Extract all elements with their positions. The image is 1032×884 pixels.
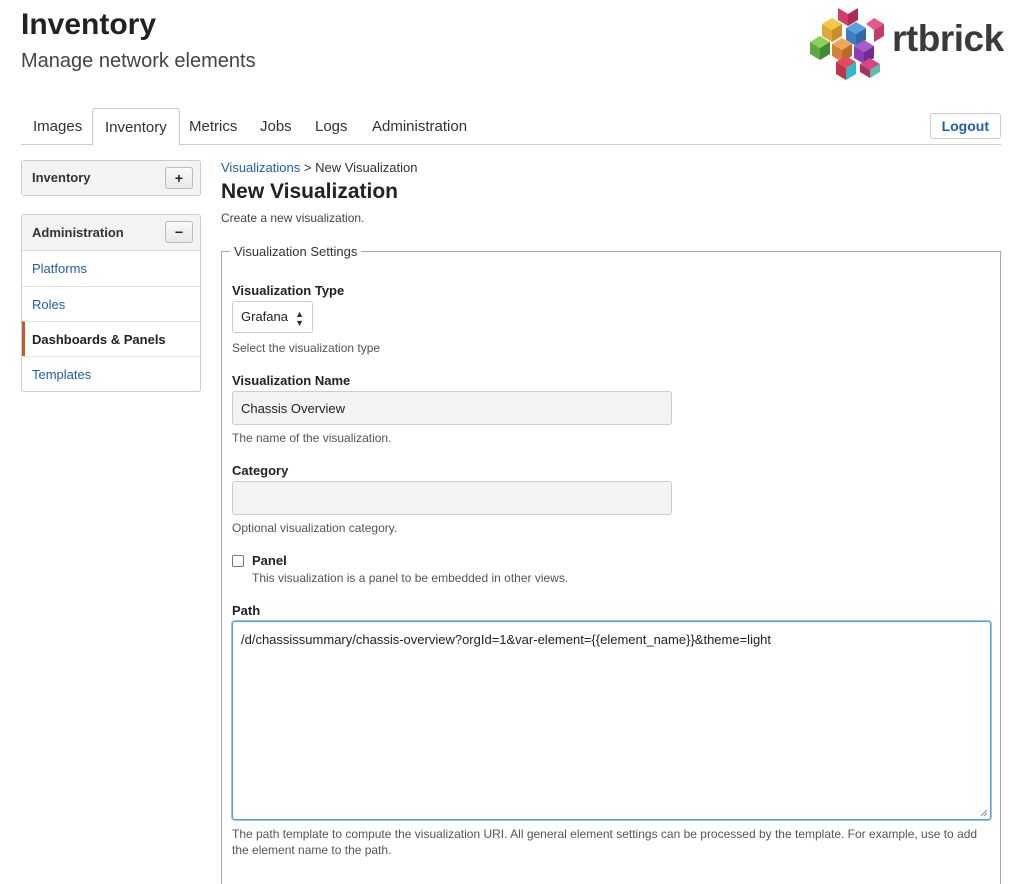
select-arrows-icon: ▲ ▼ [295, 309, 304, 328]
tab-metrics[interactable]: Metrics [177, 108, 249, 145]
visualization-name-help: The name of the visualization. [232, 431, 392, 445]
logo-cubes-icon [810, 8, 884, 80]
tab-logs[interactable]: Logs [303, 108, 360, 145]
path-textarea[interactable]: /d/chassissummary/chassis-overview?orgId… [232, 621, 991, 820]
visualization-type-value: Grafana [241, 309, 288, 324]
page-title: Inventory [21, 8, 157, 41]
resize-handle-icon[interactable] [980, 809, 988, 817]
content-title: New Visualization [221, 180, 398, 203]
content-description: Create a new visualization. [221, 211, 365, 225]
panel-help: This visualization is a panel to be embe… [252, 571, 569, 585]
breadcrumb-visualizations-link[interactable]: Visualizations [221, 160, 300, 175]
breadcrumb: Visualizations > New Visualization [221, 160, 1001, 178]
page-subtitle: Manage network elements [21, 50, 256, 72]
sidebar-administration-header[interactable]: Administration − [22, 215, 200, 251]
sidebar-item-platforms[interactable]: Platforms [22, 251, 200, 286]
sidebar-inventory-title: Inventory [32, 170, 91, 185]
tab-jobs[interactable]: Jobs [248, 108, 304, 145]
main-tabs: Images Inventory Metrics Jobs Logs Admin… [21, 108, 1001, 146]
visualization-type-select[interactable]: Grafana ▲ ▼ [232, 301, 313, 333]
path-value: /d/chassissummary/chassis-overview?orgId… [241, 632, 772, 647]
rtbrick-logo: rtbrick [800, 6, 1005, 82]
category-label: Category [232, 463, 289, 478]
panel-label: Panel [252, 553, 287, 568]
tab-administration[interactable]: Administration [360, 108, 479, 145]
sidebar-item-roles[interactable]: Roles [22, 286, 200, 321]
fieldset-legend: Visualization Settings [234, 244, 358, 259]
breadcrumb-current: New Visualization [315, 160, 418, 175]
sidebar-administration-panel: Administration − Platforms Roles Dashboa… [21, 214, 201, 392]
visualization-type-label: Visualization Type [232, 283, 345, 298]
visualization-settings-fieldset: Visualization Settings Visualization Typ… [221, 244, 1001, 884]
visualization-name-label: Visualization Name [232, 373, 351, 388]
path-label: Path [232, 603, 261, 618]
category-input[interactable] [232, 481, 672, 515]
sidebar-administration-title: Administration [32, 225, 124, 240]
breadcrumb-separator: > [303, 160, 312, 175]
path-help: The path template to compute the visuali… [232, 827, 978, 857]
logout-button[interactable]: Logout [929, 113, 1001, 139]
logo-text: rtbrick [892, 18, 1004, 59]
sidebar-item-dashboards-panels[interactable]: Dashboards & Panels [22, 321, 200, 356]
tab-images[interactable]: Images [21, 108, 94, 145]
main-content: Visualizations > New Visualization New V… [221, 160, 1001, 884]
sidebar-item-templates[interactable]: Templates [22, 356, 200, 391]
collapse-button[interactable]: − [165, 221, 193, 243]
sidebar-inventory-header[interactable]: Inventory + [22, 161, 200, 195]
visualization-type-help: Select the visualization type [232, 341, 381, 355]
expand-button[interactable]: + [165, 167, 193, 189]
tab-inventory[interactable]: Inventory [92, 108, 180, 146]
panel-checkbox[interactable] [232, 555, 244, 567]
visualization-name-input[interactable] [232, 391, 672, 425]
category-help: Optional visualization category. [232, 521, 398, 535]
sidebar-inventory-panel: Inventory + [21, 160, 201, 196]
